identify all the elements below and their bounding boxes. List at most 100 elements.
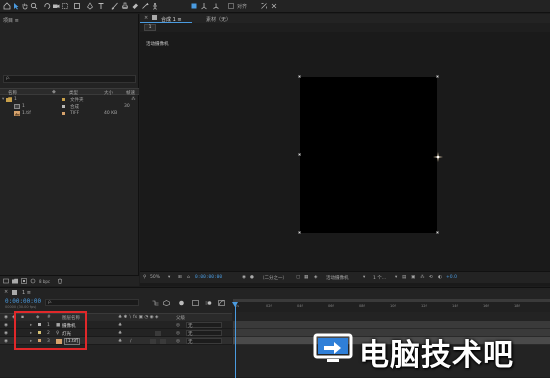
shy-switch-icon[interactable]: ♣ [118,339,122,344]
fit-icon[interactable]: ⌂ [187,275,190,280]
roto-brush-tool-icon[interactable] [141,2,149,10]
brush-tool-icon[interactable] [111,2,119,10]
label-swatch[interactable] [62,112,65,115]
chevron-down-icon[interactable]: ▾ [395,275,397,280]
timeline-search-input[interactable]: ρ. [45,299,139,306]
timeline-timecode[interactable]: 0:00:00:00 [5,298,41,305]
puppet-tool-icon[interactable] [151,2,159,10]
zoom-tool-icon[interactable] [30,2,38,10]
parent-dropdown[interactable]: 无 [186,322,222,329]
zoom-dropdown[interactable]: 50% [150,275,160,280]
project-item-comp[interactable]: 1 合成 30 [0,103,139,110]
label-swatch[interactable] [62,105,65,108]
playhead[interactable] [235,302,236,378]
snap-checkbox[interactable] [227,2,235,10]
hand-tool-icon[interactable] [21,2,29,10]
timeline-tab[interactable]: × 1 ≡ [2,289,62,297]
world-axis-icon[interactable] [200,2,208,10]
parent-pick-whip-icon[interactable]: ◎ [176,339,180,344]
views-dropdown[interactable]: 1 个... [373,275,386,281]
label-swatch[interactable] [62,98,65,101]
timecode-display[interactable]: 0:00:00:00 [195,275,222,280]
project-search-input[interactable]: ρ. [3,75,136,83]
transform-handle[interactable] [298,231,301,234]
parent-dropdown[interactable]: 无 [186,338,222,345]
camera-view-dropdown[interactable]: 活动摄像机 [326,275,349,281]
project-tab[interactable]: 项目 ≡ [3,17,19,24]
motion-blur-switch[interactable] [150,338,156,344]
3d-view-icon[interactable]: ◈ [314,275,317,280]
shy-switch-icon[interactable]: ♣ [118,323,122,328]
time-ruler[interactable]: 0s 02f 04f 06f 08f 10f 12f 14f 16f 18f [233,299,550,312]
resolution-dropdown[interactable]: （二分之一） [260,275,287,281]
rectangle-tool-icon[interactable] [73,2,81,10]
pan-behind-tool-icon[interactable] [61,2,69,10]
trash-icon[interactable] [57,278,63,284]
visibility-eye-icon[interactable]: ◉ [4,323,8,328]
chevron-down-icon[interactable]: ▾ [363,275,365,280]
tab-footage[interactable]: 素材（无） [206,16,231,23]
local-axis-icon[interactable] [190,2,198,10]
type-tool-icon[interactable] [97,2,105,10]
parent-pick-whip-icon[interactable]: ◎ [176,331,180,336]
interpret-footage-icon[interactable] [3,278,9,284]
project-settings-icon[interactable] [30,278,36,284]
parent-pick-whip-icon[interactable]: ◎ [176,323,180,328]
home-icon[interactable] [3,2,11,10]
eraser-tool-icon[interactable] [131,2,139,10]
draft-3d-icon[interactable] [163,300,170,306]
quality-switch-icon[interactable]: ∕ [130,339,132,344]
new-folder-icon[interactable] [12,278,18,284]
parent-dropdown[interactable]: 无 [186,330,222,337]
light-icon[interactable] [433,152,443,162]
snap-options-icon[interactable] [270,2,278,10]
snapshot-icon[interactable]: ◉ [242,275,246,280]
region-of-interest-icon[interactable]: ▢ [296,275,300,280]
expand-arrow-icon[interactable]: ▾ [2,97,4,102]
lock-icon[interactable] [152,15,157,20]
camera-tool-icon[interactable] [52,2,60,10]
motion-blur-icon[interactable] [205,300,212,306]
new-composition-icon[interactable] [21,278,27,284]
snap-icon[interactable] [260,2,268,10]
transform-handle[interactable] [298,153,301,156]
pen-tool-icon[interactable] [86,2,94,10]
project-item-tif[interactable]: 1.tif TIFF 40 KB [0,110,139,117]
flowchart-icon[interactable]: ⁂ [420,275,425,280]
magnifier-icon[interactable]: ⚲ [143,275,146,280]
project-item-folder[interactable]: ▾ 1 文件夹 ⁂ [0,96,139,103]
shy-layers-icon[interactable] [178,300,185,306]
render-queue-icon[interactable] [12,290,17,295]
color-channel-icon[interactable]: ● [250,275,254,280]
layout-icon[interactable]: ▤ [402,275,406,280]
frame-blending-icon[interactable] [192,300,199,306]
exposure-value[interactable]: +0.0 [446,275,457,280]
visibility-eye-icon[interactable]: ◉ [4,331,8,336]
transform-handle[interactable] [298,75,301,78]
exposure-icon[interactable]: ◐ [438,275,442,280]
preview-icon[interactable]: ▣ [411,275,415,280]
shy-switch-icon[interactable]: ♣ [118,331,122,336]
graph-editor-icon[interactable] [218,300,225,306]
3d-layer-switch[interactable] [160,338,166,344]
3d-layer-switch[interactable] [155,330,161,336]
composition-mini-flowchart-icon[interactable] [152,300,159,306]
transform-handle[interactable] [436,231,439,234]
bit-depth-button[interactable]: 8 bpc [39,279,50,284]
visibility-column-icon[interactable]: ◉ [4,315,8,320]
flowchart-icon[interactable]: ⁂ [131,97,136,102]
reset-exposure-icon[interactable]: ⟲ [429,275,433,280]
close-icon[interactable]: × [144,15,148,21]
breadcrumb-item[interactable]: 1 [144,24,156,31]
close-icon[interactable]: × [4,289,8,295]
composition-canvas[interactable] [300,77,443,233]
work-area-bar[interactable] [233,299,550,302]
transform-handle[interactable] [436,75,439,78]
grid-icon[interactable]: ⊞ [178,275,182,280]
view-axis-icon[interactable] [212,2,220,10]
selection-tool-icon[interactable] [12,2,20,10]
clone-stamp-tool-icon[interactable] [121,2,129,10]
transparency-grid-icon[interactable]: ▦ [304,275,308,280]
chevron-down-icon[interactable]: ▾ [168,275,170,280]
rotate-tool-icon[interactable] [43,2,51,10]
